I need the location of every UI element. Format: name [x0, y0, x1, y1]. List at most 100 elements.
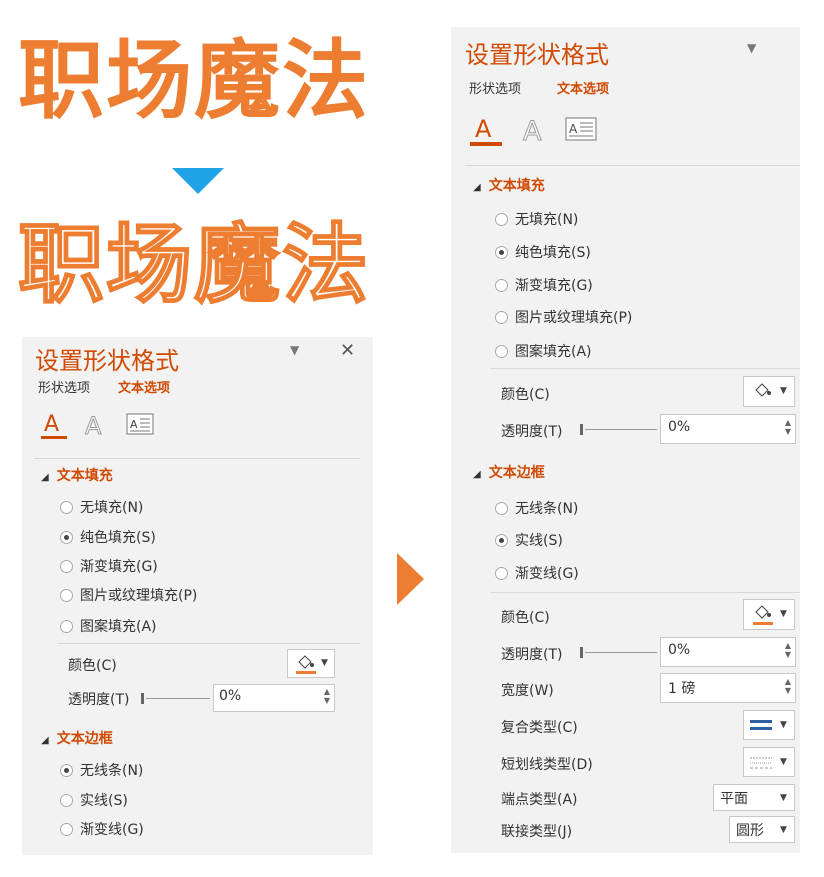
compound-type-label: 复合类型(C) — [501, 720, 578, 736]
radio-icon — [60, 559, 73, 573]
radio-no-fill[interactable]: 无填充(N) — [495, 209, 578, 229]
radio-gradient-fill[interactable]: 渐变填充(G) — [60, 556, 158, 576]
text-fill-outline-icon[interactable]: A — [39, 410, 69, 440]
radio-no-line[interactable]: 无线条(N) — [495, 498, 578, 518]
text-fill-outline-icon[interactable]: A — [469, 113, 503, 147]
radio-icon — [60, 763, 73, 777]
cap-type-dropdown[interactable]: 平面 ▼ — [713, 784, 795, 811]
dash-lines-icon — [750, 757, 772, 769]
radio-icon — [60, 530, 73, 544]
radio-picture-fill[interactable]: 图片或纹理填充(P) — [495, 307, 632, 327]
radio-icon — [495, 212, 508, 226]
dash-type-dropdown[interactable]: ▼ — [743, 747, 795, 777]
radio-no-line[interactable]: 无线条(N) — [60, 760, 143, 780]
spinner-icon[interactable]: ▲ ▼ — [785, 677, 791, 695]
transparency-slider[interactable] — [146, 698, 210, 699]
right-arrow-icon — [397, 553, 424, 605]
compound-type-dropdown[interactable]: ▼ — [743, 710, 795, 740]
collapse-icon: ◢ — [473, 182, 481, 193]
dash-type-label: 短划线类型(D) — [501, 757, 593, 773]
text-effects-icon[interactable]: A — [82, 410, 108, 441]
chevron-down-icon: ▼ — [780, 720, 787, 730]
chevron-down-icon: ▼ — [321, 658, 328, 668]
tab-text-options[interactable]: 文本选项 — [118, 377, 170, 396]
headline-solid: 职场魔法 — [18, 31, 370, 131]
radio-icon — [60, 793, 73, 807]
border-color-picker-button[interactable]: ▼ — [743, 599, 795, 630]
transparency-slider-thumb[interactable] — [580, 424, 583, 435]
radio-gradient-line[interactable]: 渐变线(G) — [495, 563, 579, 583]
chevron-down-icon: ▼ — [780, 825, 787, 835]
radio-icon — [60, 500, 73, 514]
chevron-down-icon: ▼ — [780, 609, 787, 619]
svg-text:A: A — [44, 412, 59, 437]
textbox-icon[interactable]: A — [126, 413, 154, 435]
radio-gradient-fill[interactable]: 渐变填充(G) — [495, 275, 593, 295]
svg-text:A: A — [569, 122, 578, 136]
close-icon[interactable]: ✕ — [340, 340, 355, 361]
radio-icon — [60, 588, 73, 602]
section-text-border[interactable]: ◢ 文本边框 — [473, 462, 545, 482]
chevron-down-icon: ▼ — [780, 757, 787, 767]
paint-bucket-icon — [296, 655, 316, 674]
left-format-panel: 设置形状格式 ▼ ✕ 形状选项 文本选项 A A A ◢ 文本填充 无填充(N) … — [22, 337, 373, 855]
radio-solid-fill[interactable]: 纯色填充(S) — [60, 527, 156, 547]
down-arrow-icon — [172, 168, 224, 194]
section-text-fill[interactable]: ◢ 文本填充 — [41, 465, 113, 485]
section-text-border[interactable]: ◢ 文本边框 — [41, 728, 113, 748]
radio-pattern-fill[interactable]: 图案填充(A) — [495, 341, 592, 361]
tab-text-options[interactable]: 文本选项 — [557, 78, 609, 97]
radio-icon — [60, 822, 73, 836]
tab-shape-options[interactable]: 形状选项 — [38, 377, 90, 396]
border-transparency-slider-thumb[interactable] — [580, 647, 583, 658]
transparency-slider-thumb[interactable] — [141, 693, 144, 704]
svg-text:A: A — [475, 115, 492, 143]
textbox-icon[interactable]: A — [565, 117, 597, 141]
section-text-fill[interactable]: ◢ 文本填充 — [473, 175, 545, 195]
paint-bucket-icon — [753, 605, 773, 625]
text-effects-icon[interactable]: A — [520, 113, 548, 148]
radio-icon — [495, 533, 508, 547]
chevron-down-icon: ▼ — [780, 793, 787, 803]
transparency-input[interactable]: 0% ▲ ▼ — [660, 414, 796, 444]
join-type-dropdown[interactable]: 圆形 ▼ — [729, 816, 795, 843]
color-picker-button[interactable]: ▼ — [743, 376, 795, 407]
svg-text:A: A — [523, 116, 542, 147]
transparency-slider[interactable] — [585, 429, 657, 430]
divider — [465, 165, 800, 166]
radio-icon — [495, 245, 508, 259]
tab-shape-options[interactable]: 形状选项 — [469, 78, 521, 97]
radio-icon — [495, 278, 508, 292]
radio-no-fill[interactable]: 无填充(N) — [60, 497, 143, 517]
radio-solid-line[interactable]: 实线(S) — [495, 530, 563, 550]
radio-picture-fill[interactable]: 图片或纹理填充(P) — [60, 585, 197, 605]
panel-menu-dropdown[interactable]: ▼ — [290, 343, 299, 357]
svg-text:A: A — [85, 412, 102, 440]
transparency-input[interactable]: 0% ▲ ▼ — [213, 684, 335, 712]
headline-outline: 职场魔法 — [17, 215, 370, 315]
divider — [491, 368, 800, 369]
spinner-icon[interactable]: ▲ ▼ — [785, 641, 791, 659]
color-picker-button[interactable]: ▼ — [287, 649, 335, 678]
divider — [34, 458, 360, 459]
right-format-panel: 设置形状格式 ▼ 形状选项 文本选项 A A A ◢ 文本填充 无填充(N) 纯色… — [451, 27, 800, 853]
radio-icon — [495, 566, 508, 580]
transparency-label: 透明度(T) — [68, 692, 130, 708]
border-transparency-slider[interactable] — [585, 652, 657, 653]
color-label: 颜色(C) — [501, 387, 550, 403]
border-color-label: 颜色(C) — [501, 610, 550, 626]
divider — [58, 643, 360, 644]
radio-gradient-line[interactable]: 渐变线(G) — [60, 819, 144, 839]
width-input[interactable]: 1 磅 ▲ ▼ — [660, 673, 796, 703]
radio-solid-line[interactable]: 实线(S) — [60, 790, 128, 810]
cap-type-label: 端点类型(A) — [501, 792, 578, 808]
radio-pattern-fill[interactable]: 图案填充(A) — [60, 616, 157, 636]
color-label: 颜色(C) — [68, 658, 117, 674]
spinner-icon[interactable]: ▲ ▼ — [324, 687, 330, 705]
radio-solid-fill[interactable]: 纯色填充(S) — [495, 242, 591, 262]
border-transparency-input[interactable]: 0% ▲ ▼ — [660, 637, 796, 667]
collapse-icon: ◢ — [473, 469, 481, 480]
spinner-icon[interactable]: ▲ ▼ — [785, 418, 791, 436]
panel-menu-dropdown[interactable]: ▼ — [747, 41, 756, 55]
collapse-icon: ◢ — [41, 735, 49, 746]
